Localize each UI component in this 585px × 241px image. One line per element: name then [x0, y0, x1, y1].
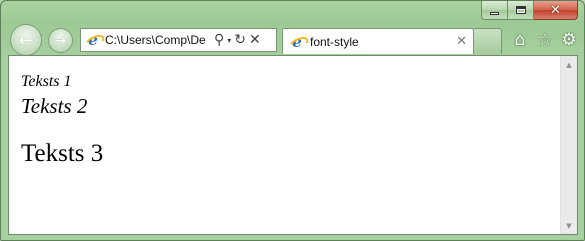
favorites-star-icon[interactable]: ☆ [535, 30, 555, 50]
scroll-track[interactable] [563, 74, 575, 216]
tab-font-style[interactable]: e font-style ✕ [282, 28, 474, 54]
back-arrow-icon: ← [18, 29, 34, 51]
tab-title: font-style [310, 34, 359, 49]
maximize-icon [515, 6, 526, 14]
ie-tab-icon: e [289, 34, 305, 50]
page-content: Teksts 1 Teksts 2 Teksts 3 [21, 56, 557, 234]
stop-icon[interactable]: ✕ [249, 32, 261, 48]
address-bar[interactable]: e C:\Users\Comp\De ⚲ ▾ ↻ ✕ [80, 28, 277, 52]
scroll-down-icon[interactable]: ▼ [561, 217, 577, 234]
address-input[interactable]: C:\Users\Comp\De [105, 33, 211, 47]
refresh-icon[interactable]: ↻ [234, 32, 246, 48]
ie-page-icon: e [85, 32, 101, 48]
search-icon[interactable]: ⚲ [214, 32, 224, 48]
close-button[interactable]: ✕ [534, 1, 578, 20]
close-icon: ✕ [550, 2, 561, 18]
page-viewport: Teksts 1 Teksts 2 Teksts 3 ▲ ▼ [8, 55, 578, 235]
home-icon[interactable]: ⌂ [510, 30, 530, 50]
text-line-1: Teksts 1 [21, 73, 72, 90]
forward-arrow-icon: → [54, 32, 67, 49]
vertical-scrollbar[interactable]: ▲ ▼ [560, 56, 577, 234]
caption-buttons: ✕ [481, 1, 578, 21]
scroll-up-icon[interactable]: ▲ [561, 56, 577, 73]
maximize-button[interactable] [508, 1, 534, 20]
minimize-icon [490, 12, 499, 15]
new-tab-button[interactable] [474, 28, 502, 54]
browser-window: ✕ ← → e C:\Users\Comp\De ⚲ ▾ ↻ ✕ e font-… [0, 0, 585, 241]
back-button[interactable]: ← [10, 24, 42, 56]
text-line-3: Teksts 3 [21, 140, 104, 167]
forward-button[interactable]: → [48, 28, 73, 53]
text-line-2: Teksts 2 [21, 94, 88, 118]
minimize-button[interactable] [481, 1, 508, 20]
tab-close-icon[interactable]: ✕ [456, 34, 467, 49]
gear-icon[interactable]: ⚙ [559, 30, 579, 50]
chevron-down-icon[interactable]: ▾ [227, 36, 231, 45]
